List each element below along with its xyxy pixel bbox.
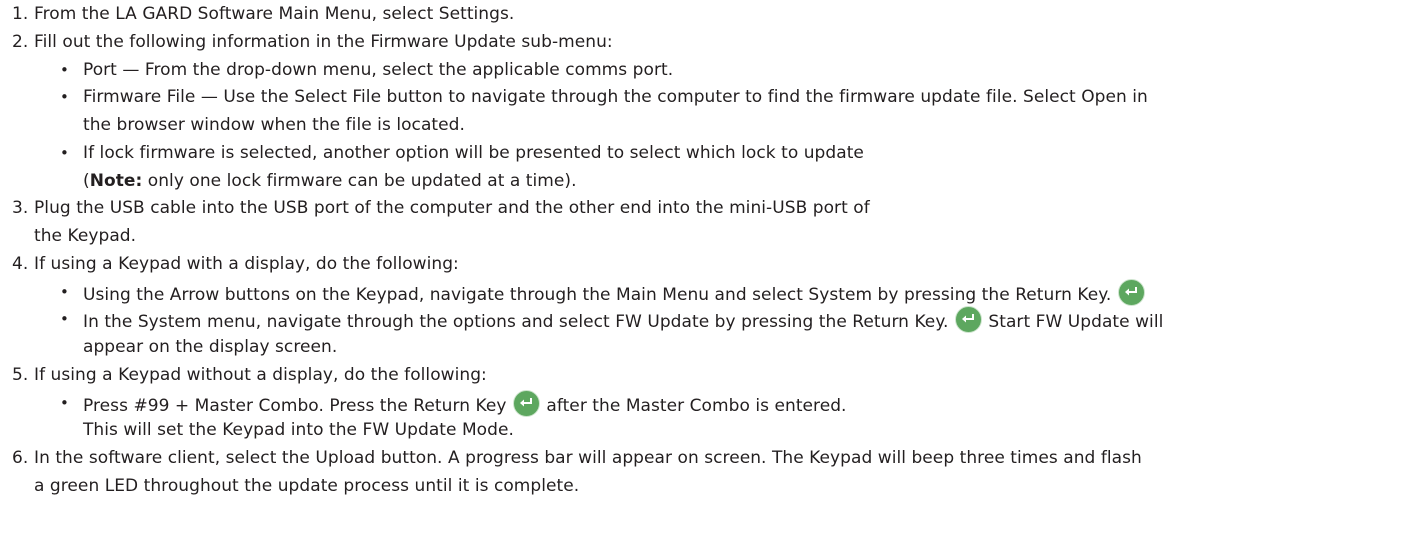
bullet-text: If lock firmware is selected, another op…	[83, 142, 864, 163]
list-item: • If lock firmware is selected, another …	[0, 140, 1424, 168]
bullet-text: Firmware File — Use the Select File butt…	[83, 87, 1148, 108]
bullet-text: Using the Arrow buttons on the Keypad, n…	[83, 284, 1112, 305]
return-key-icon	[1117, 278, 1145, 306]
bullet-text: appear on the display screen.	[83, 337, 338, 357]
note-line: (Note: only one lock firmware can be upd…	[0, 171, 577, 191]
step-continuation: a green LED throughout the update proces…	[0, 473, 1424, 501]
bullet-line: Using the Arrow buttons on the Keypad, n…	[0, 278, 1146, 306]
bullet-text: This will set the Keypad into the FW Upd…	[83, 420, 514, 441]
step-text: From the LA GARD Software Main Menu, sel…	[34, 4, 515, 24]
bullet-line: In the System menu, navigate through the…	[0, 306, 1164, 334]
list-item: • Firmware File — Use the Select File bu…	[0, 84, 1424, 112]
step-4: 4. If using a Keypad with a display, do …	[0, 251, 1424, 279]
step-1: 1. From the LA GARD Software Main Menu, …	[0, 1, 1424, 29]
step-continuation: the Keypad.	[0, 223, 1424, 251]
bullet-icon: •	[60, 282, 69, 301]
bullet-icon: •	[60, 143, 69, 162]
bullet-icon: •	[60, 88, 69, 107]
list-item: • Using the Arrow buttons on the Keypad,…	[0, 278, 1424, 307]
bullet-text: Port — From the drop-down menu, select t…	[83, 59, 674, 80]
bullet-text: after the Master Combo is entered.	[546, 395, 847, 416]
list-item: • In the System menu, navigate through t…	[0, 306, 1424, 334]
step-3: 3. Plug the USB cable into the USB port …	[0, 195, 1424, 223]
note-label: Note:	[89, 170, 143, 191]
list-item-continuation: the browser window when the file is loca…	[0, 112, 1424, 140]
step-6: 6. In the software client, select the Up…	[0, 445, 1424, 473]
bullet-icon: •	[60, 60, 69, 79]
step-number: 6.	[12, 448, 29, 468]
step-text: Fill out the following information in th…	[34, 31, 613, 52]
step-text: If using a Keypad with a display, do the…	[34, 253, 459, 274]
list-item-continuation: (Note: only one lock firmware can be upd…	[0, 168, 1424, 196]
step-number: 2.	[12, 31, 29, 52]
instruction-list: 1. From the LA GARD Software Main Menu, …	[0, 0, 1424, 501]
step-text: the Keypad.	[34, 226, 137, 246]
step-number: 1.	[12, 4, 29, 24]
bullet-line: Press #99 + Master Combo. Press the Retu…	[0, 389, 847, 417]
step-number: 3.	[12, 198, 29, 219]
bullet-icon: •	[60, 310, 69, 329]
list-item-continuation: appear on the display screen.	[0, 334, 1424, 362]
step-text: If using a Keypad without a display, do …	[34, 364, 487, 385]
step-5: 5. If using a Keypad without a display, …	[0, 362, 1424, 390]
bullet-text: Press #99 + Master Combo. Press the Retu…	[83, 395, 507, 416]
bullet-text: the browser window when the file is loca…	[83, 115, 465, 135]
step-text: In the software client, select the Uploa…	[34, 448, 1142, 468]
step-number: 5.	[12, 364, 29, 385]
bullet-text: In the System menu, navigate through the…	[83, 312, 949, 333]
list-item-continuation: This will set the Keypad into the FW Upd…	[0, 417, 1424, 445]
bullet-text: Start FW Update will	[988, 312, 1164, 333]
step-text: Plug the USB cable into the USB port of …	[34, 198, 870, 219]
bullet-icon: •	[60, 393, 69, 412]
step-text: a green LED throughout the update proces…	[34, 475, 580, 496]
list-item: • Port — From the drop-down menu, select…	[0, 57, 1424, 85]
list-item: • Press #99 + Master Combo. Press the Re…	[0, 389, 1424, 418]
note-text: only one lock firmware can be updated at…	[142, 170, 577, 191]
return-key-icon	[954, 306, 982, 334]
return-key-icon	[512, 389, 540, 417]
note-paren: (	[83, 170, 90, 191]
step-2: 2. Fill out the following information in…	[0, 29, 1424, 57]
step-number: 4.	[12, 253, 29, 274]
